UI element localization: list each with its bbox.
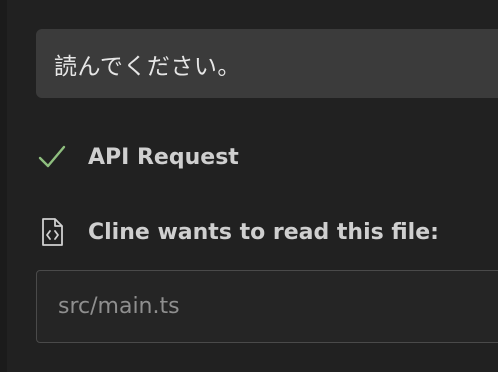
file-path-box[interactable]: src/main.ts	[36, 270, 498, 343]
chat-panel: 読んでください。 API Request Cline wants to read…	[0, 0, 498, 372]
user-message-bubble: 読んでください。	[36, 29, 498, 98]
api-request-row[interactable]: API Request	[36, 138, 239, 176]
check-icon	[36, 141, 68, 173]
api-request-label: API Request	[88, 144, 239, 170]
file-read-row: Cline wants to read this file:	[36, 212, 439, 252]
file-code-icon	[36, 216, 68, 248]
panel-divider	[0, 0, 7, 372]
file-read-label: Cline wants to read this file:	[88, 219, 439, 245]
file-path-text: src/main.ts	[58, 294, 180, 319]
user-message-text: 読んでください。	[54, 53, 241, 80]
